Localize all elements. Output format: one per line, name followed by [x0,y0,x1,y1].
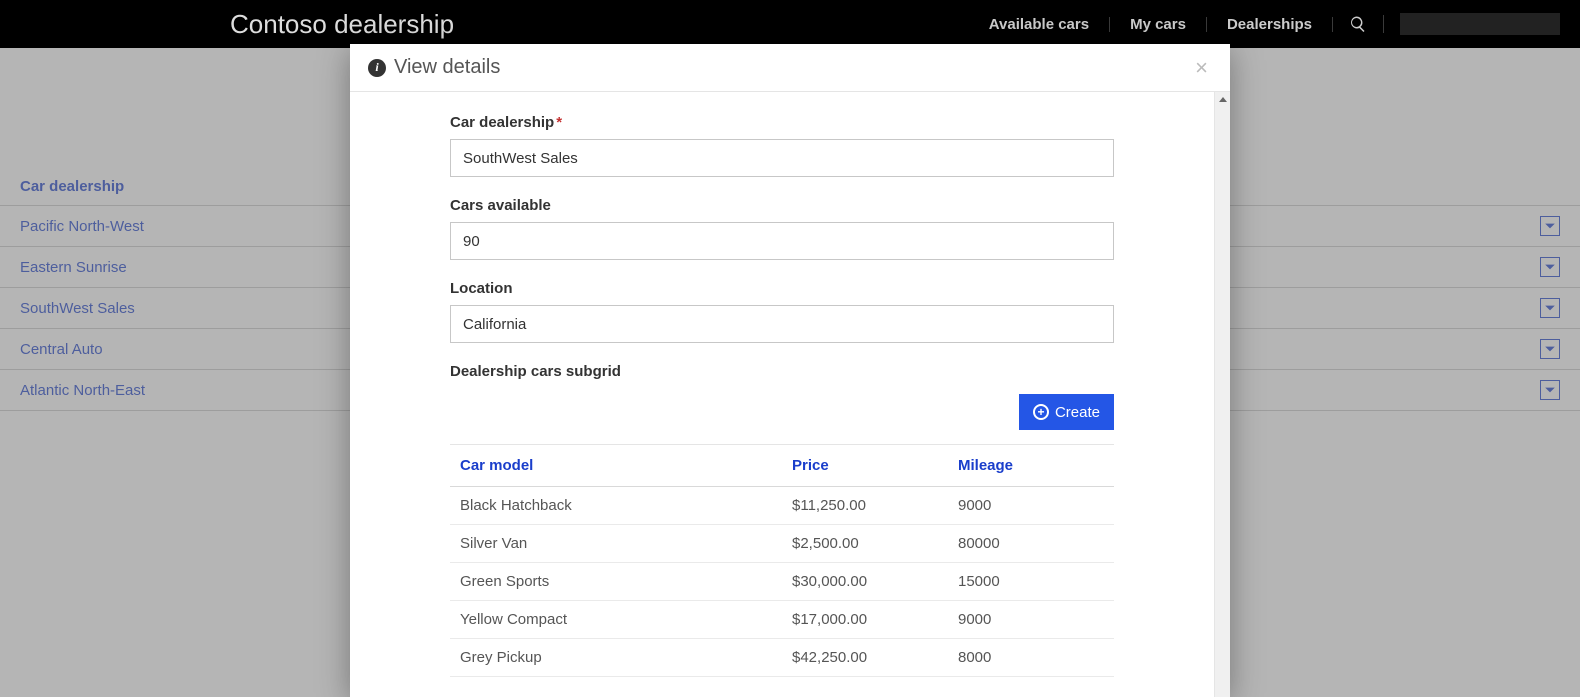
field-dealership-label: Car dealership* [450,114,1114,131]
table-row[interactable]: Grey Pickup$42,250.008000 [450,639,1114,677]
user-menu[interactable] [1400,13,1560,35]
col-car-model[interactable]: Car model [450,445,782,487]
table-row[interactable]: Silver Van$2,500.0080000 [450,525,1114,563]
cell-car-model: Yellow Compact [450,601,782,639]
details-modal: i View details × Car dealership* Cars av… [350,44,1230,697]
col-price[interactable]: Price [782,445,948,487]
field-cars-available-input[interactable] [450,222,1114,260]
create-button-label: Create [1055,404,1100,421]
cell-mileage: 9000 [948,601,1114,639]
info-icon: i [368,59,386,77]
plus-icon: + [1033,404,1049,420]
create-button[interactable]: + Create [1019,394,1114,430]
nav-my-cars[interactable]: My cars [1110,17,1207,32]
cell-mileage: 15000 [948,563,1114,601]
cell-price: $30,000.00 [782,563,948,601]
field-dealership-input[interactable] [450,139,1114,177]
cell-mileage: 8000 [948,639,1114,677]
nav-available-cars[interactable]: Available cars [969,17,1110,32]
brand-title: Contoso dealership [230,9,454,40]
top-navigation: Contoso dealership Available cars My car… [0,0,1580,48]
table-row[interactable]: Green Sports$30,000.0015000 [450,563,1114,601]
field-dealership: Car dealership* [450,114,1114,177]
modal-scrollbar[interactable] [1214,92,1230,697]
modal-title: View details [394,56,500,79]
field-location-input[interactable] [450,305,1114,343]
field-cars-available-label: Cars available [450,197,1114,214]
cell-mileage: 80000 [948,525,1114,563]
cell-car-model: Black Hatchback [450,487,782,525]
modal-body: Car dealership* Cars available Location … [350,92,1214,697]
cell-mileage: 9000 [948,487,1114,525]
field-location: Location [450,280,1114,343]
cell-car-model: Grey Pickup [450,639,782,677]
subgrid-label: Dealership cars subgrid [450,363,1114,380]
nav-dealerships[interactable]: Dealerships [1207,17,1333,32]
cell-price: $42,250.00 [782,639,948,677]
scroll-up-icon[interactable] [1215,92,1230,108]
field-cars-available: Cars available [450,197,1114,260]
search-icon [1349,15,1367,33]
table-row[interactable]: Black Hatchback$11,250.009000 [450,487,1114,525]
cell-car-model: Green Sports [450,563,782,601]
cell-price: $2,500.00 [782,525,948,563]
cars-subgrid: Car model Price Mileage Black Hatchback$… [450,444,1114,677]
modal-header: i View details × [350,44,1230,92]
nav-search[interactable] [1333,15,1384,33]
table-row[interactable]: Yellow Compact$17,000.009000 [450,601,1114,639]
cell-price: $11,250.00 [782,487,948,525]
cell-car-model: Silver Van [450,525,782,563]
close-button[interactable]: × [1191,57,1212,79]
field-location-label: Location [450,280,1114,297]
top-nav-links: Available cars My cars Dealerships [969,13,1560,35]
cell-price: $17,000.00 [782,601,948,639]
col-mileage[interactable]: Mileage [948,445,1114,487]
